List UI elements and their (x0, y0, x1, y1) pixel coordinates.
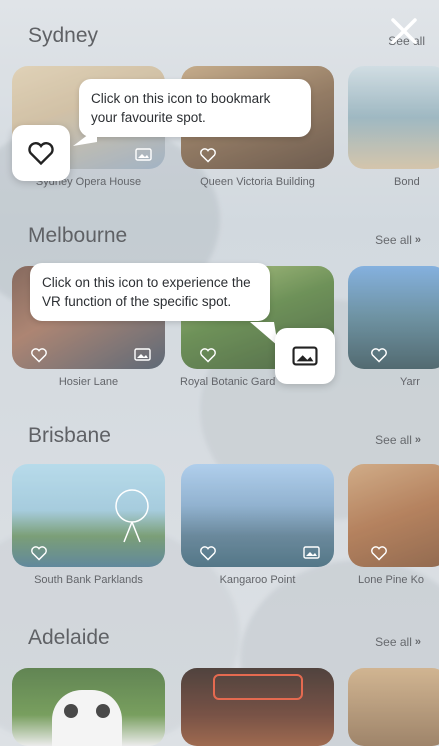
card-adelaide-2[interactable] (181, 668, 334, 746)
card-kangaroo-point[interactable] (181, 464, 334, 567)
double-chevron-icon: » (414, 434, 421, 446)
see-all-adelaide[interactable]: See all» (375, 635, 421, 649)
tooltip-pointer (73, 128, 97, 146)
section-title-brisbane: Brisbane (28, 424, 111, 447)
section-title-sydney: Sydney (28, 24, 99, 47)
see-all-brisbane[interactable]: See all» (375, 433, 421, 447)
card-label: Bond (394, 176, 420, 188)
heart-icon[interactable] (370, 545, 388, 561)
vr-tooltip: Click on this icon to experience the VR … (30, 263, 270, 321)
close-button[interactable] (387, 14, 421, 48)
card-label: Kangaroo Point (219, 574, 296, 586)
tooltip-text: Click on this icon to bookmark your favo… (91, 91, 271, 125)
heart-icon[interactable] (370, 347, 388, 363)
card-label: South Bank Parklands (34, 574, 143, 586)
card-south-bank-parklands[interactable] (12, 464, 165, 567)
section-title-adelaide: Adelaide (28, 626, 110, 649)
heart-icon[interactable] (30, 347, 48, 363)
card-adelaide-1[interactable] (12, 668, 165, 746)
heart-icon[interactable] (199, 147, 217, 163)
card-bondi[interactable] (348, 66, 439, 169)
bookmark-tooltip: Click on this icon to bookmark your favo… (79, 79, 311, 137)
vr-icon[interactable] (135, 148, 152, 161)
vr-icon[interactable] (134, 348, 151, 361)
section-title-melbourne: Melbourne (28, 224, 128, 247)
card-label: Queen Victoria Building (200, 176, 315, 188)
see-all-melbourne[interactable]: See all» (375, 233, 421, 247)
card-adelaide-3[interactable] (348, 668, 439, 746)
panda-graphic (52, 690, 122, 746)
heart-icon[interactable] (199, 347, 217, 363)
double-chevron-icon: » (414, 234, 421, 246)
heart-icon[interactable] (30, 545, 48, 561)
double-chevron-icon: » (414, 636, 421, 648)
card-label: Yarr (400, 376, 420, 388)
card-yarra[interactable] (348, 266, 439, 369)
card-label: Hosier Lane (58, 376, 119, 388)
tooltip-text: Click on this icon to experience the VR … (42, 275, 251, 309)
vr-spotlight[interactable] (275, 328, 335, 384)
heart-icon[interactable] (27, 140, 55, 166)
card-label: Lone Pine Ko (358, 574, 425, 586)
card-lone-pine-koala[interactable] (348, 464, 439, 567)
vr-icon[interactable] (292, 346, 318, 366)
vr-icon[interactable] (303, 546, 320, 559)
card-label: Royal Botanic Gard (180, 376, 276, 388)
ferris-wheel-graphic (115, 489, 149, 543)
bookmark-spotlight[interactable] (12, 125, 70, 181)
close-icon[interactable] (387, 14, 421, 48)
heart-icon[interactable] (199, 545, 217, 561)
